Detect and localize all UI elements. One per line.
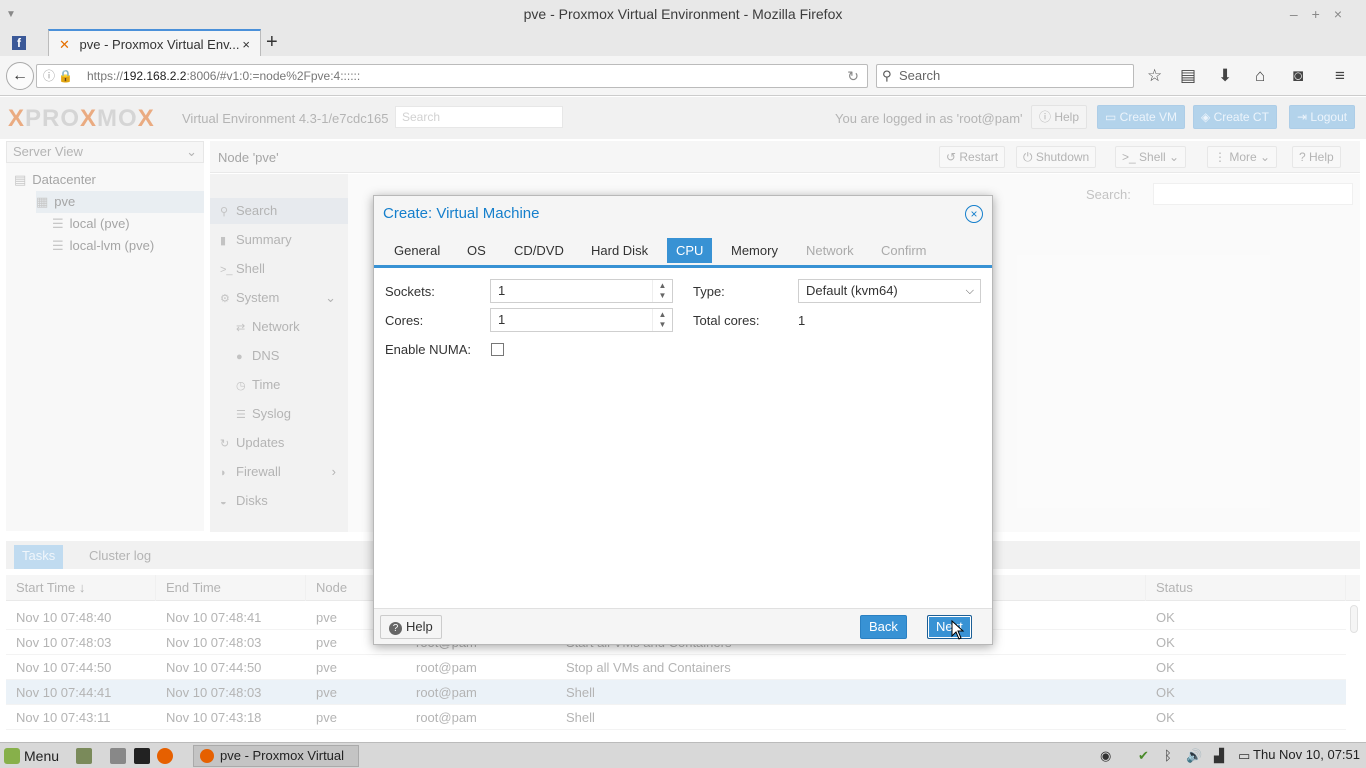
tab-label: pve - Proxmox Virtual Env...	[79, 37, 240, 52]
reading-list-icon[interactable]: ▤	[1180, 66, 1196, 86]
dialog-title: Create: Virtual Machine	[383, 205, 540, 222]
home-icon[interactable]: ⌂	[1255, 66, 1265, 86]
total-cores-value: 1	[798, 313, 806, 328]
terminal-icon[interactable]	[134, 748, 150, 764]
show-desktop-icon[interactable]	[76, 748, 92, 764]
tab-cpu[interactable]: CPU	[667, 238, 713, 263]
hamburger-menu-icon[interactable]: ≡	[1335, 66, 1345, 86]
tab-os[interactable]: OS	[458, 238, 495, 263]
url-bar[interactable]: ⓘ 🔒 https://192.168.2.2:8006/#v1:0:=node…	[36, 64, 868, 88]
clock[interactable]: Thu Nov 10, 07:51	[1253, 747, 1360, 762]
window-titlebar: ▼ pve - Proxmox Virtual Environment - Mo…	[0, 0, 1366, 29]
dialog-help-button[interactable]: ? Help	[380, 615, 442, 639]
tab-cd-dvd[interactable]: CD/DVD	[505, 238, 573, 263]
cpu-type-value: Default (kvm64)	[806, 283, 898, 298]
volume-icon[interactable]: 🔊	[1186, 748, 1202, 764]
mouse-cursor-icon	[951, 620, 965, 640]
battery-icon[interactable]: ▭	[1238, 748, 1250, 764]
browser-tabbar: f ✕ pve - Proxmox Virtual Env... × +	[0, 29, 1366, 56]
dialog-tabs: General OS CD/DVD Hard Disk CPU Memory N…	[374, 232, 992, 268]
sockets-label: Sockets:	[385, 284, 435, 299]
facebook-icon: f	[12, 36, 26, 50]
cores-spinner[interactable]: 1 ▲ ▼	[490, 308, 673, 332]
taskbar-window-firefox[interactable]: pve - Proxmox Virtual ...	[193, 745, 359, 767]
firefox-icon	[200, 749, 214, 763]
total-cores-label: Total cores:	[693, 313, 760, 328]
search-placeholder: Search	[899, 68, 941, 83]
back-button[interactable]: Back	[860, 615, 907, 639]
tray-app-icon[interactable]: ◉	[1100, 748, 1111, 764]
tab-network: Network	[806, 243, 854, 258]
browser-search-input[interactable]: ⚲ Search	[876, 64, 1134, 88]
start-menu-button[interactable]: Menu	[4, 746, 59, 766]
tab-hard-disk[interactable]: Hard Disk	[582, 238, 657, 263]
tab-proxmox[interactable]: ✕ pve - Proxmox Virtual Env... ×	[48, 29, 261, 56]
enable-numa-label: Enable NUMA:	[385, 342, 471, 357]
firefox-icon[interactable]	[157, 748, 173, 764]
browser-navbar: ← ⓘ 🔒 https://192.168.2.2:8006/#v1:0:=no…	[0, 56, 1366, 96]
window-title: pve - Proxmox Virtual Environment - Mozi…	[523, 6, 843, 22]
enable-numa-checkbox[interactable]	[491, 343, 504, 356]
back-button[interactable]: ←	[6, 62, 34, 90]
tab-general[interactable]: General	[385, 238, 449, 263]
close-icon[interactable]: ×	[965, 205, 983, 223]
file-manager-icon[interactable]	[110, 748, 126, 764]
site-info-icon[interactable]: ⓘ 🔒	[43, 65, 73, 87]
window-menu-icon[interactable]: ▼	[6, 0, 16, 29]
proxmox-favicon-icon: ✕	[59, 37, 70, 52]
spinner-arrows-icon[interactable]: ▲ ▼	[652, 280, 672, 302]
cores-value: 1	[498, 312, 506, 327]
next-button[interactable]: Next	[927, 615, 972, 639]
bookmark-star-icon[interactable]: ☆	[1147, 66, 1162, 86]
network-signal-icon[interactable]: ▟	[1214, 748, 1224, 764]
download-icon[interactable]: ⬇	[1218, 66, 1232, 86]
dialog-footer: ? Help Back Next	[374, 608, 992, 644]
url-text: https://192.168.2.2:8006/#v1:0:=node%2Fp…	[87, 69, 361, 83]
tab-confirm: Confirm	[881, 243, 927, 258]
bluetooth-icon[interactable]: ᛒ	[1164, 748, 1172, 763]
type-label: Type:	[693, 284, 725, 299]
update-shield-icon[interactable]: ✔	[1138, 748, 1149, 764]
dialog-header: Create: Virtual Machine ×	[374, 196, 992, 232]
cpu-type-select[interactable]: Default (kvm64) ⌵	[798, 279, 981, 303]
spinner-arrows-icon[interactable]: ▲ ▼	[652, 309, 672, 331]
sockets-spinner[interactable]: 1 ▲ ▼	[490, 279, 673, 303]
question-icon: ?	[389, 622, 402, 635]
reload-icon[interactable]: ↻	[847, 65, 859, 87]
tab-memory[interactable]: Memory	[722, 238, 787, 263]
window-controls[interactable]: –+×	[1290, 0, 1356, 29]
os-taskbar: Menu pve - Proxmox Virtual ... ◉ ✔ ᛒ 🔊 ▟…	[0, 742, 1366, 768]
create-vm-dialog: Create: Virtual Machine × General OS CD/…	[373, 195, 993, 645]
cores-label: Cores:	[385, 313, 424, 328]
search-icon: ⚲	[882, 68, 892, 83]
new-tab-button[interactable]: +	[266, 29, 288, 56]
mint-logo-icon	[4, 748, 20, 764]
pocket-icon[interactable]: ◙	[1293, 66, 1303, 86]
tab-facebook[interactable]: f	[12, 29, 48, 56]
sockets-value: 1	[498, 283, 506, 298]
chevron-down-icon[interactable]: ⌵	[966, 280, 974, 302]
tab-close-icon[interactable]: ×	[242, 31, 250, 58]
